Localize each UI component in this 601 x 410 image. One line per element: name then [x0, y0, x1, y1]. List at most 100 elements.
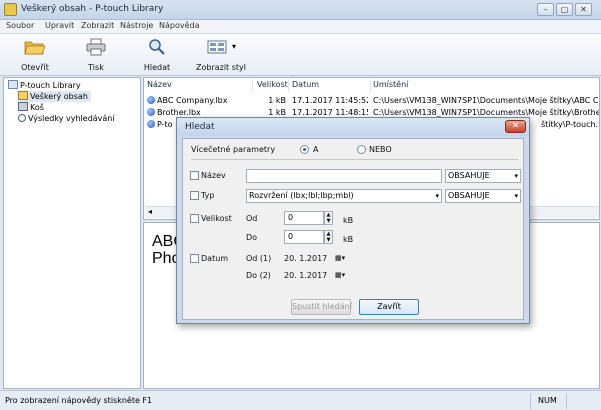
menu-tools[interactable]: Nástroje [120, 21, 153, 30]
radio-and[interactable] [300, 145, 309, 154]
label-file-icon [147, 108, 155, 116]
column-header-size[interactable]: Velikost [257, 80, 288, 89]
close-button[interactable]: ✕ [575, 3, 592, 16]
radio-and-label: A [313, 145, 319, 154]
print-label: Tisk [88, 63, 104, 72]
size-from-stepper[interactable]: ▲ ▼ [324, 211, 333, 225]
status-text: Pro zobrazení nápovědy stiskněte F1 [5, 396, 153, 405]
row-location: štítky\P-touch.lbx [541, 120, 599, 129]
view-style-dropdown-icon[interactable]: ▾ [232, 42, 236, 51]
date-from-label: Od (1) [246, 254, 272, 263]
menu-help[interactable]: Nápověda [159, 21, 200, 30]
size-to-stepper[interactable]: ▲ ▼ [324, 230, 333, 244]
type-label: Typ [201, 191, 215, 200]
column-header-date[interactable]: Datum [292, 80, 319, 89]
date-to-picker[interactable]: ▦▾ [335, 270, 353, 281]
print-button[interactable]: Tisk [72, 36, 120, 74]
row-name: Brother.lbx [157, 108, 201, 117]
chevron-down-icon: ▾ [341, 254, 346, 262]
view-style-button[interactable]: ▾ Zobrazit styl [192, 36, 250, 74]
size-label: Velikost [201, 214, 232, 223]
minimize-button[interactable]: – [537, 3, 554, 16]
menu-edit[interactable]: Upravit [45, 21, 74, 30]
search-dialog: Hledat ✕ Vícečetné parametry A NEBO Náze… [176, 117, 530, 324]
menu-file[interactable]: Soubor [6, 21, 34, 30]
title-bar: Veškerý obsah - P-touch Library – ▢ ✕ [0, 0, 601, 20]
tree-item-root-label: P-touch Library [20, 81, 81, 90]
name-label: Název [201, 171, 226, 180]
open-button[interactable]: Otevřít [10, 36, 60, 74]
tree-item-search-results-label: Výsledky vyhledávání [28, 114, 115, 123]
type-checkbox[interactable] [190, 191, 199, 200]
spin-down-icon: ▼ [326, 237, 331, 243]
search-results-icon [18, 114, 26, 122]
search-button[interactable]: Hledat [133, 36, 181, 74]
tree-item-root[interactable]: P-touch Library [8, 80, 81, 91]
dialog-close-action-button[interactable]: Zavřít [359, 299, 419, 315]
library-icon [8, 80, 18, 89]
date-label: Datum [201, 254, 229, 263]
date-to-value[interactable]: 20. 1.2017 [284, 271, 327, 280]
size-from-unit: kB [343, 216, 354, 225]
calendar-icon: ▦ [335, 271, 342, 279]
folder-open-icon [24, 41, 46, 55]
calendar-icon: ▦ [335, 254, 342, 262]
table-row[interactable]: ABC Company.lbx 1 kB 17.1.2017 11:45:52 … [144, 95, 599, 107]
menu-bar: Soubor Upravit Zobrazit Nástroje Nápověd… [0, 20, 601, 34]
maximize-button[interactable]: ▢ [556, 3, 573, 16]
row-name: ABC Company.lbx [157, 96, 228, 105]
dialog-title-bar: Hledat ✕ [177, 118, 529, 136]
folder-icon [18, 91, 28, 100]
status-bar: Pro zobrazení nápovědy stiskněte F1 NUM [0, 390, 601, 410]
app-icon [4, 3, 17, 16]
view-style-icon [207, 40, 227, 54]
name-operator-value: OBSAHUJE [448, 171, 490, 180]
date-checkbox[interactable] [190, 254, 199, 263]
date-from-picker[interactable]: ▦▾ [335, 253, 353, 264]
size-to-input[interactable]: 0 [284, 230, 324, 244]
radio-or[interactable] [357, 145, 366, 154]
search-label: Hledat [143, 63, 171, 72]
trash-icon [18, 102, 28, 111]
date-to-label: Do (2) [246, 271, 271, 280]
date-from-value[interactable]: 20. 1.2017 [284, 254, 327, 263]
row-name: P-to [157, 120, 173, 129]
name-checkbox[interactable] [190, 171, 199, 180]
size-checkbox[interactable] [190, 214, 199, 223]
library-tree: P-touch Library Veškerý obsah Koš Výsled… [3, 77, 141, 389]
size-to-label: Do [246, 233, 258, 242]
tree-item-all-content-label: Veškerý obsah [30, 92, 88, 101]
tree-item-trash-label: Koš [30, 103, 44, 112]
size-to-unit: kB [343, 235, 354, 244]
type-operator-select[interactable]: OBSAHUJE ▾ [445, 189, 521, 203]
label-file-icon [147, 96, 155, 104]
column-header-name[interactable]: Název [147, 80, 172, 89]
label-file-icon [147, 120, 155, 128]
row-date: 17.1.2017 11:45:52 [292, 96, 368, 105]
window-title: Veškerý obsah - P-touch Library [21, 4, 164, 14]
multi-params-label: Vícečetné parametry [191, 145, 276, 154]
dialog-body: Vícečetné parametry A NEBO Název OBSAHUJ… [182, 138, 524, 320]
chevron-down-icon: ▾ [435, 192, 439, 200]
radio-or-label: NEBO [369, 145, 392, 154]
status-num-indicator: NUM [538, 396, 557, 405]
type-value: Rozvržení (lbx;lbl;lbp;mbl) [249, 191, 354, 200]
size-from-input[interactable]: 0 [284, 211, 324, 225]
chevron-down-icon: ▾ [514, 192, 518, 200]
tree-item-all-content[interactable]: Veškerý obsah [18, 91, 91, 102]
row-size: 1 kB [268, 96, 286, 105]
dialog-close-button[interactable]: ✕ [505, 120, 526, 133]
name-operator-select[interactable]: OBSAHUJE ▾ [445, 169, 521, 183]
menu-view[interactable]: Zobrazit [81, 21, 114, 30]
name-input[interactable] [246, 169, 442, 183]
row-location: C:\Users\VM138_WIN7SP1\Documents\Moje št… [373, 96, 599, 105]
view-style-label: Zobrazit styl [195, 63, 246, 72]
type-operator-value: OBSAHUJE [448, 191, 490, 200]
tree-item-search-results[interactable]: Výsledky vyhledávání [18, 113, 115, 124]
spin-down-icon: ▼ [326, 218, 331, 224]
column-header-location[interactable]: Umístění [373, 80, 408, 89]
tree-item-trash[interactable]: Koš [18, 102, 44, 113]
scroll-left-icon[interactable]: ◂ [148, 207, 152, 216]
type-select[interactable]: Rozvržení (lbx;lbl;lbp;mbl) ▾ [246, 189, 442, 203]
start-search-button[interactable]: Spustit hledání [291, 299, 352, 315]
